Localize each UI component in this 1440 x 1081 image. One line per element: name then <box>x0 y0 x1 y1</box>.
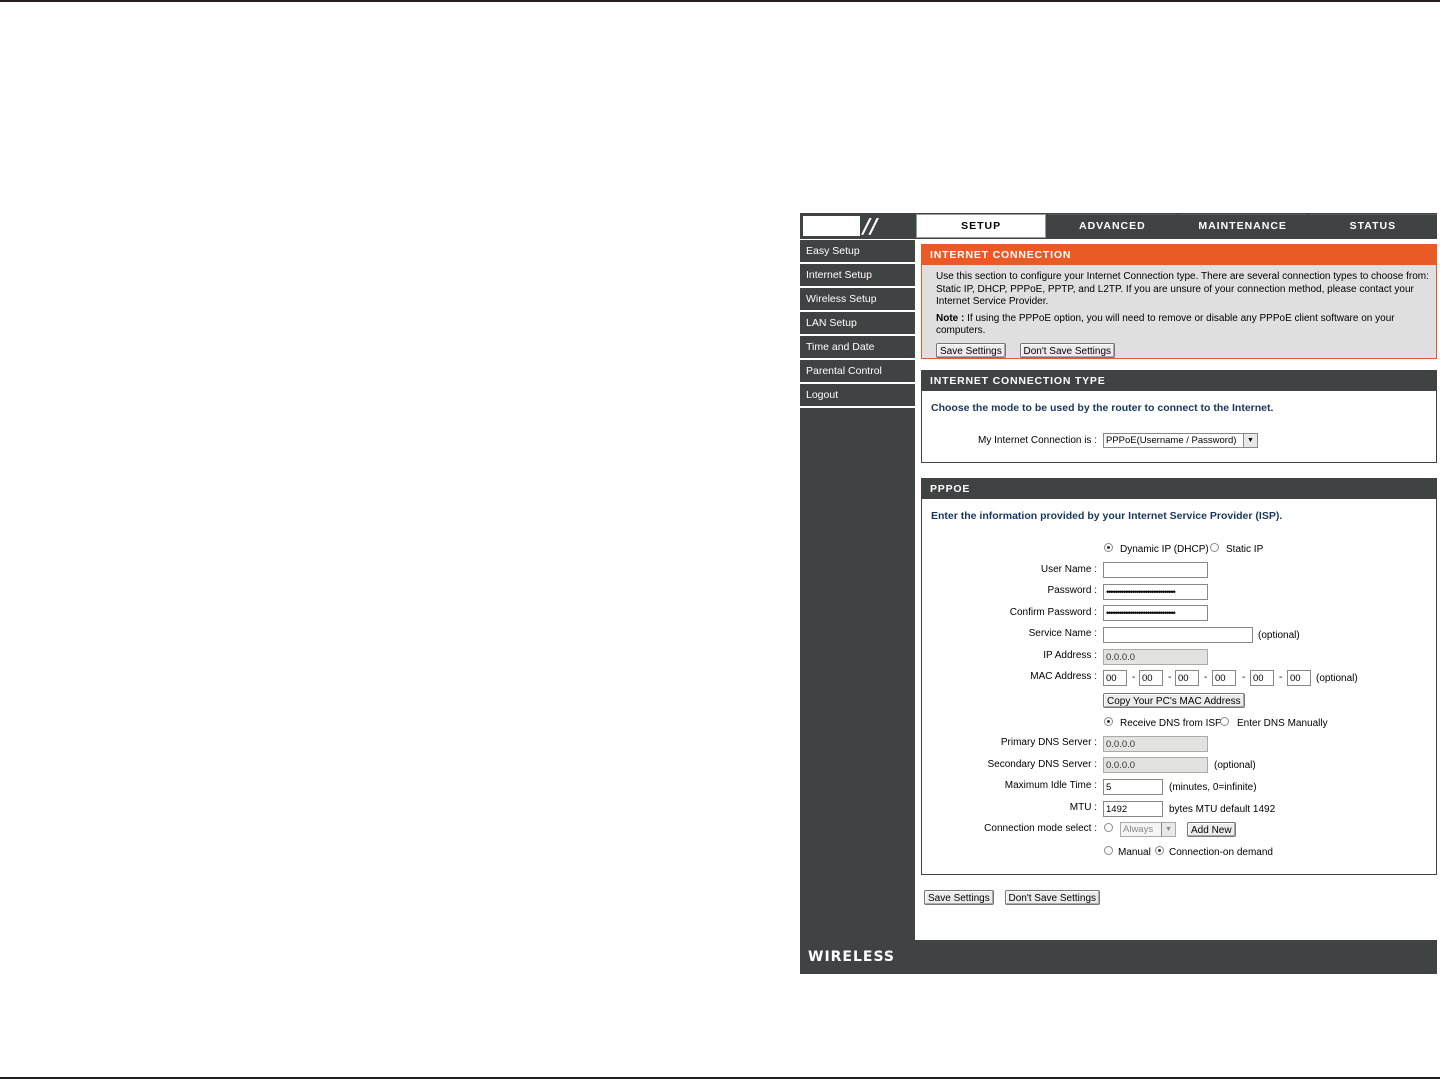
mac-optional: (optional) <box>1316 673 1358 684</box>
user-name-input[interactable] <box>1103 562 1208 578</box>
connection-type-prompt: Choose the mode to be used by the router… <box>931 402 1274 414</box>
secondary-dns-optional: (optional) <box>1214 760 1256 771</box>
chevron-down-icon: ▼ <box>1243 434 1257 447</box>
mac-separator: - <box>1204 672 1208 683</box>
tab-advanced[interactable]: ADVANCED <box>1048 214 1177 237</box>
mac-address-label: MAC Address : <box>1030 671 1097 682</box>
dynamic-ip-radio[interactable] <box>1104 543 1113 552</box>
connection-type-header: INTERNET CONNECTION TYPE <box>921 370 1437 391</box>
footer-brand: WIRELESS <box>808 949 896 965</box>
top-rule <box>0 0 1440 2</box>
receive-dns-radio[interactable] <box>1104 717 1113 726</box>
manual-dns-radio[interactable] <box>1220 717 1229 726</box>
mac-octet-2[interactable]: 00 <box>1139 670 1163 686</box>
top-button-row: Save Settings Don't Save Settings <box>936 342 1430 359</box>
primary-dns-label: Primary DNS Server : <box>1000 737 1097 748</box>
primary-dns-input[interactable]: 0.0.0.0 <box>1103 736 1208 752</box>
connection-mode-label: Connection mode select : <box>984 823 1097 834</box>
ip-address-input[interactable]: 0.0.0.0 <box>1103 649 1208 665</box>
save-settings-button-bottom[interactable]: Save Settings <box>924 890 994 905</box>
user-name-label: User Name : <box>1040 564 1097 575</box>
manual-dns-label: Enter DNS Manually <box>1237 718 1328 729</box>
sidebar-item-lan-setup[interactable]: LAN Setup <box>800 312 915 336</box>
main-content: INTERNET CONNECTION Use this section to … <box>921 244 1437 905</box>
sidebar-item-internet-setup[interactable]: Internet Setup <box>800 264 915 288</box>
mac-octet-4[interactable]: 00 <box>1212 670 1236 686</box>
service-name-optional: (optional) <box>1258 630 1300 641</box>
mac-octet-5[interactable]: 00 <box>1250 670 1274 686</box>
sidebar-item-easy-setup[interactable]: Easy Setup <box>800 240 915 264</box>
bottom-rule <box>0 1077 1440 1079</box>
mac-separator: - <box>1279 672 1283 683</box>
service-name-label: Service Name : <box>1028 628 1097 639</box>
footer-bar: WIRELESS <box>800 940 1437 974</box>
static-ip-radio[interactable] <box>1210 543 1219 552</box>
connect-on-demand-label: Connection-on demand <box>1169 847 1273 858</box>
add-new-button[interactable]: Add New <box>1187 822 1236 837</box>
dont-save-settings-button-top[interactable]: Don't Save Settings <box>1019 342 1116 358</box>
mtu-label: MTU : <box>1069 802 1097 813</box>
always-on-radio[interactable] <box>1104 823 1113 832</box>
sidebar-item-wireless-setup[interactable]: Wireless Setup <box>800 288 915 312</box>
manual-radio[interactable] <box>1104 846 1113 855</box>
save-settings-button-top[interactable]: Save Settings <box>936 342 1006 358</box>
pppoe-prompt: Enter the information provided by your I… <box>931 510 1283 522</box>
top-navigation-bar: // SETUP ADVANCED MAINTENANCE STATUS <box>800 213 1437 239</box>
dont-save-settings-button-bottom[interactable]: Don't Save Settings <box>1004 890 1101 905</box>
note-label: Note : <box>936 312 965 324</box>
mac-separator: - <box>1168 672 1172 683</box>
pppoe-header: PPPOE <box>921 478 1437 499</box>
brand-logo: // <box>801 214 915 238</box>
dynamic-ip-label: Dynamic IP (DHCP) <box>1120 544 1209 555</box>
static-ip-label: Static IP <box>1226 544 1264 555</box>
sidebar-item-logout[interactable]: Logout <box>800 384 915 408</box>
receive-dns-label: Receive DNS from ISP <box>1120 718 1222 729</box>
connection-type-panel: Choose the mode to be used by the router… <box>921 391 1437 463</box>
mac-octet-6[interactable]: 00 <box>1287 670 1311 686</box>
connection-type-select[interactable]: PPPoE(Username / Password) ▼ <box>1103 433 1258 448</box>
internet-connection-header: INTERNET CONNECTION <box>921 244 1437 265</box>
intro-note: Note : If using the PPPoE option, you wi… <box>936 313 1430 338</box>
router-admin-window: // SETUP ADVANCED MAINTENANCE STATUS Eas… <box>800 213 1437 974</box>
copy-mac-address-button[interactable]: Copy Your PC's MAC Address <box>1103 693 1245 708</box>
mac-octet-3[interactable]: 00 <box>1175 670 1199 686</box>
mtu-hint: bytes MTU default 1492 <box>1169 804 1276 815</box>
mac-octet-1[interactable]: 00 <box>1103 670 1127 686</box>
connection-type-label: My Internet Connection is : <box>978 435 1097 446</box>
logo-placeholder <box>803 216 860 236</box>
password-input[interactable]: •••••••••••••••••••••••••••••••• <box>1103 584 1208 600</box>
idle-time-hint: (minutes, 0=infinite) <box>1169 782 1257 793</box>
ip-address-label: IP Address : <box>1043 650 1097 661</box>
chevron-down-icon: ▼ <box>1161 823 1175 836</box>
schedule-value: Always <box>1123 824 1154 835</box>
mtu-input[interactable]: 1492 <box>1103 801 1163 817</box>
tab-status[interactable]: STATUS <box>1308 214 1437 237</box>
connect-on-demand-radio[interactable] <box>1155 846 1164 855</box>
tab-setup[interactable]: SETUP <box>916 214 1047 238</box>
mac-separator: - <box>1132 672 1136 683</box>
schedule-select[interactable]: Always ▼ <box>1120 822 1176 837</box>
logo-slashes-icon: // <box>863 214 878 238</box>
bottom-button-row: Save Settings Don't Save Settings <box>921 890 1437 905</box>
pppoe-panel: Enter the information provided by your I… <box>921 499 1437 875</box>
confirm-password-input[interactable]: •••••••••••••••••••••••••••••••• <box>1103 605 1208 621</box>
manual-label: Manual <box>1118 847 1151 858</box>
idle-time-input[interactable]: 5 <box>1103 779 1163 795</box>
connection-type-value: PPPoE(Username / Password) <box>1106 435 1237 446</box>
service-name-input[interactable] <box>1103 627 1253 643</box>
internet-connection-intro: Use this section to configure your Inter… <box>921 265 1437 359</box>
idle-time-label: Maximum Idle Time : <box>1004 780 1097 791</box>
sidebar: Easy Setup Internet Setup Wireless Setup… <box>800 240 915 940</box>
confirm-password-label: Confirm Password : <box>1009 607 1097 618</box>
intro-description: Use this section to configure your Inter… <box>936 271 1429 307</box>
note-text: If using the PPPoE option, you will need… <box>936 312 1395 337</box>
secondary-dns-label: Secondary DNS Server : <box>987 759 1098 770</box>
sidebar-item-parental-control[interactable]: Parental Control <box>800 360 915 384</box>
tab-maintenance[interactable]: MAINTENANCE <box>1178 214 1307 237</box>
sidebar-item-time-and-date[interactable]: Time and Date <box>800 336 915 360</box>
secondary-dns-input[interactable]: 0.0.0.0 <box>1103 757 1208 773</box>
password-label: Password : <box>1047 585 1097 596</box>
mac-separator: - <box>1242 672 1246 683</box>
main-tabs: SETUP ADVANCED MAINTENANCE STATUS <box>916 214 1437 238</box>
